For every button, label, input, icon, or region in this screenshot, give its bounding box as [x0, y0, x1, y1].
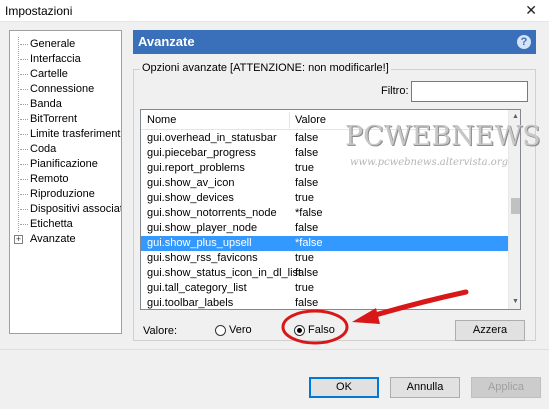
title-bar: Impostazioni ✕: [0, 0, 549, 22]
sidebar-item-riproduzione[interactable]: Riproduzione: [20, 187, 95, 202]
row-value: true: [295, 162, 314, 174]
section-header: Avanzate ?: [133, 30, 536, 54]
sidebar-item-etichetta[interactable]: Etichetta: [20, 217, 73, 232]
row-name: gui.show_devices: [147, 192, 234, 204]
reset-button[interactable]: Azzera: [455, 320, 525, 341]
row-value: false: [295, 177, 319, 189]
cancel-button[interactable]: Annulla: [390, 377, 460, 398]
dialog-body: Generale Interfaccia Cartelle Connession…: [0, 22, 549, 409]
table-row[interactable]: gui.toolbar_labels false: [141, 296, 508, 309]
section-title: Avanzate: [138, 34, 195, 49]
radio-falso-label: Falso: [308, 324, 335, 336]
row-name: gui.show_status_icon_in_dl_list: [147, 267, 302, 279]
radio-vero-circle[interactable]: [215, 325, 226, 336]
row-value: false: [295, 297, 319, 309]
group-legend: Opzioni avanzate [ATTENZIONE: non modifi…: [140, 62, 391, 74]
table-row[interactable]: gui.show_status_icon_in_dl_list false: [141, 266, 508, 281]
sidebar-item-pianificazione[interactable]: Pianificazione: [20, 157, 98, 172]
row-name: gui.report_problems: [147, 162, 245, 174]
apply-button: Applica: [471, 377, 541, 398]
row-name: gui.tall_category_list: [147, 282, 247, 294]
expand-icon[interactable]: +: [14, 235, 23, 244]
radio-vero-label: Vero: [229, 324, 252, 336]
table-row[interactable]: gui.show_player_node false: [141, 221, 508, 236]
radio-falso-circle[interactable]: [294, 325, 305, 336]
help-icon[interactable]: ?: [517, 35, 531, 49]
row-value: false: [295, 147, 319, 159]
row-value: *false: [295, 237, 323, 249]
sidebar-item-coda[interactable]: Coda: [20, 142, 56, 157]
row-value: true: [295, 192, 314, 204]
row-name: gui.show_av_icon: [147, 177, 235, 189]
table-row[interactable]: gui.show_plus_upsell *false: [141, 236, 508, 251]
table-row[interactable]: gui.show_rss_favicons true: [141, 251, 508, 266]
row-value: false: [295, 222, 319, 234]
sidebar-item-limite-trasferimento[interactable]: Limite trasferimento: [20, 127, 121, 142]
watermark: PCWEBNEWS www.pcwebnews.altervista.org: [345, 121, 541, 191]
sidebar-item-remoto[interactable]: Remoto: [20, 172, 69, 187]
sidebar-item-cartelle[interactable]: Cartelle: [20, 67, 68, 82]
watermark-title: PCWEBNEWS: [345, 121, 541, 152]
sidebar-item-dispositivi-associati[interactable]: Dispositivi associati: [20, 202, 121, 217]
scroll-thumb[interactable]: [511, 198, 520, 214]
filter-label: Filtro:: [381, 85, 409, 97]
row-name: gui.toolbar_labels: [147, 297, 234, 309]
row-name: gui.show_player_node: [147, 222, 258, 234]
footer-divider: [0, 349, 549, 350]
scroll-down-icon[interactable]: ▼: [509, 295, 520, 309]
row-value: false: [295, 267, 319, 279]
tree-guide-line: [18, 37, 19, 232]
sidebar-item-interfaccia[interactable]: Interfaccia: [20, 52, 81, 67]
watermark-url: www.pcwebnews.altervista.org: [350, 157, 508, 168]
sidebar-item-generale[interactable]: Generale: [20, 37, 75, 52]
row-name: gui.show_rss_favicons: [147, 252, 258, 264]
column-header-valore[interactable]: Valore: [295, 114, 326, 126]
window-title: Impostazioni: [5, 4, 73, 18]
settings-tree[interactable]: Generale Interfaccia Cartelle Connession…: [9, 30, 122, 334]
row-value: false: [295, 132, 319, 144]
sidebar-item-banda[interactable]: Banda: [20, 97, 62, 112]
row-name: gui.piecebar_progress: [147, 147, 256, 159]
row-name: gui.show_notorrents_node: [147, 207, 277, 219]
filter-input[interactable]: [411, 81, 528, 102]
row-value: true: [295, 252, 314, 264]
row-value: *false: [295, 207, 323, 219]
sidebar-item-bittorrent[interactable]: BitTorrent: [20, 112, 77, 127]
table-row[interactable]: gui.tall_category_list true: [141, 281, 508, 296]
row-value: true: [295, 282, 314, 294]
column-header-nome[interactable]: Nome: [147, 114, 176, 126]
table-row[interactable]: gui.show_notorrents_node *false: [141, 206, 508, 221]
ok-button[interactable]: OK: [309, 377, 379, 398]
value-label: Valore:: [143, 325, 178, 337]
row-name: gui.show_plus_upsell: [147, 237, 252, 249]
table-row[interactable]: gui.show_devices true: [141, 191, 508, 206]
close-icon[interactable]: ✕: [525, 2, 537, 19]
sidebar-item-connessione[interactable]: Connessione: [20, 82, 94, 97]
row-name: gui.overhead_in_statusbar: [147, 132, 277, 144]
sidebar-item-avanzate[interactable]: + Avanzate: [14, 232, 76, 247]
